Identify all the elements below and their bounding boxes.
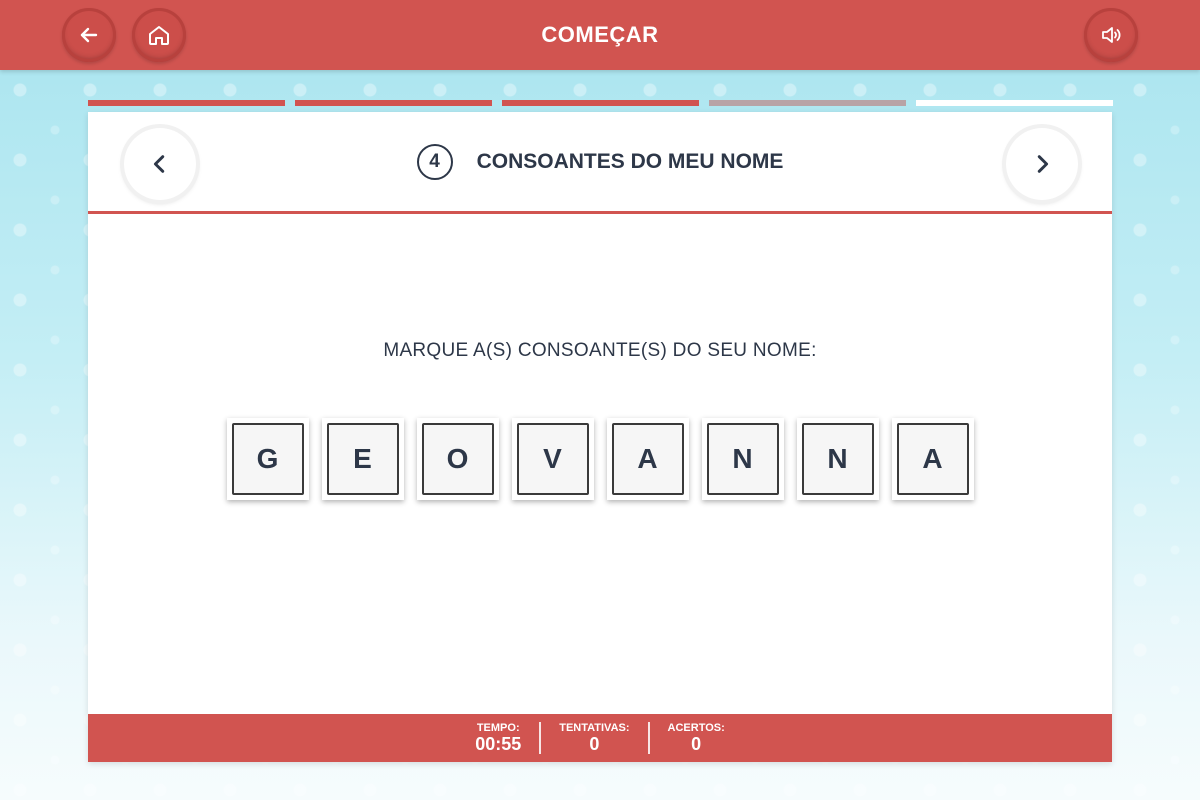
letter-tile[interactable]: A [606,418,689,500]
time-value: 00:55 [475,734,522,754]
time-label: TEMPO: [476,722,520,734]
letter-tile[interactable]: A [891,418,974,500]
progress-segment [916,100,1113,106]
hits-stat: ACERTOS: 0 [647,722,743,754]
page-title: COMEÇAR [541,22,659,47]
letter-tile[interactable]: N [796,418,879,500]
activity-title: 4 CONSOANTES DO MEU NOME [88,112,1112,212]
letter-tile[interactable]: E [321,418,404,500]
attempts-value: 0 [589,734,600,754]
letter-tile-label: A [896,423,969,495]
letter-tile-label: V [516,423,589,495]
attempts-stat: TENTATIVAS: 0 [539,722,647,754]
sound-button[interactable] [1084,8,1138,62]
step-number-badge: 4 [416,144,453,180]
time-stat: TEMPO: 00:55 [457,722,539,754]
activity-header: 4 CONSOANTES DO MEU NOME [88,112,1112,214]
hits-label: ACERTOS: [667,722,725,734]
attempts-label: TENTATIVAS: [559,722,630,734]
instruction-text: MARQUE A(S) CONSOANTE(S) DO SEU NOME: [383,340,817,361]
progress-segment [709,100,906,106]
letter-tile[interactable]: G [226,418,309,500]
chevron-right-icon [1037,155,1049,173]
speaker-icon [1102,27,1121,43]
letter-tile[interactable]: O [416,418,499,500]
next-button[interactable] [1006,128,1078,200]
letter-tile[interactable]: N [701,418,784,500]
hits-value: 0 [691,734,702,754]
letter-tile-label: N [801,423,874,495]
letter-tiles: G E O V A N N A [88,418,1112,500]
letter-tile-label: E [326,423,399,495]
letter-tile-label: G [231,423,304,495]
top-bar: COMEÇAR [0,0,1200,70]
stats-footer: TEMPO: 00:55 TENTATIVAS: 0 ACERTOS: 0 [88,714,1112,762]
progress-bar [88,100,1113,106]
letter-tile[interactable]: V [511,418,594,500]
progress-segment [88,100,285,106]
letter-tile-label: A [611,423,684,495]
activity-title-label: CONSOANTES DO MEU NOME [476,150,784,173]
progress-segment [295,100,492,106]
activity-card: 4 CONSOANTES DO MEU NOME MARQUE A(S) CON… [88,112,1112,762]
letter-tile-label: O [421,423,494,495]
letter-tile-label: N [706,423,779,495]
progress-segment [502,100,699,106]
